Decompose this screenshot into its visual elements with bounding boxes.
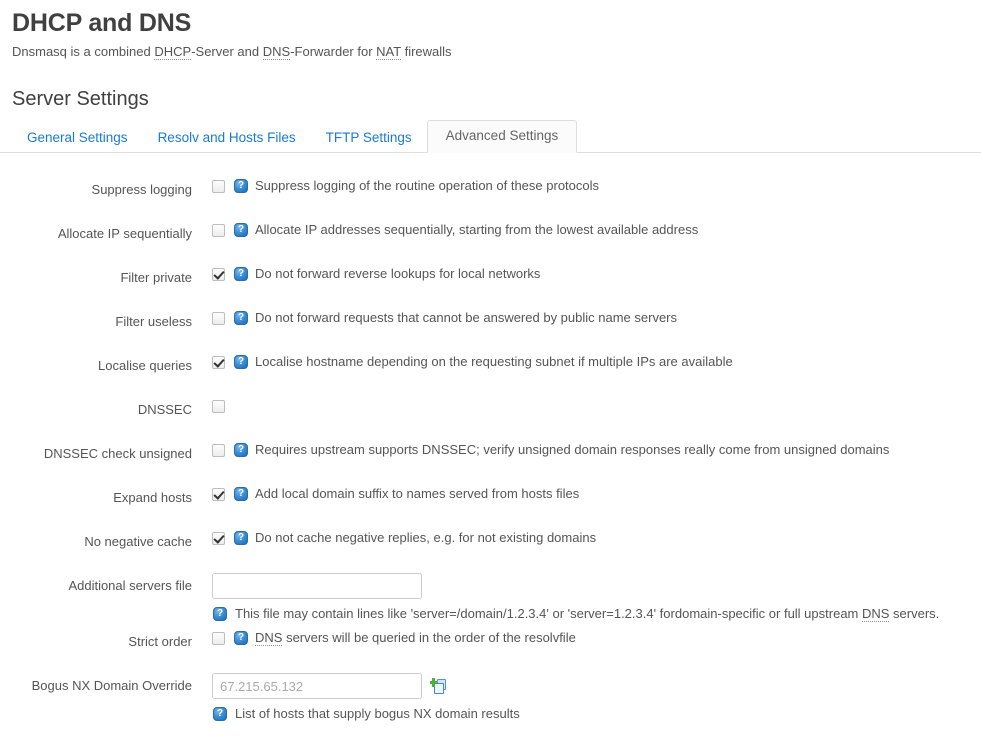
subtitle-text-1: Dnsmasq is a combined [12,44,155,59]
tab-general-settings[interactable]: General Settings [12,123,143,153]
label-filter-useless: Filter useless [115,314,192,329]
help-icon[interactable] [234,267,248,281]
form-row-dnssec-check-unsigned: DNSSEC check unsigned Requires upstream … [0,441,981,485]
add-item-icon[interactable] [430,677,447,695]
description-dnssec-check-unsigned: Requires upstream supports DNSSEC; verif… [255,442,890,457]
desc-text-pre: This file may contain lines like 'server… [235,606,862,621]
bogus-nx-input-group [212,673,981,699]
help-line-additional-servers-file: This file may contain lines like 'server… [213,605,981,623]
form-row-suppress-logging: Suppress logging Suppress logging of the… [0,177,981,221]
help-icon[interactable] [234,179,248,193]
form-row-expand-hosts: Expand hosts Add local domain suffix to … [0,485,981,529]
page-title: DHCP and DNS [12,9,192,37]
form-row-additional-servers-file: Additional servers file This file may co… [0,573,981,629]
advanced-settings-form: Suppress logging Suppress logging of the… [0,153,981,723]
help-icon[interactable] [234,487,248,501]
description-no-negative-cache: Do not cache negative replies, e.g. for … [255,530,597,545]
checkbox-no-negative-cache[interactable] [212,532,225,545]
abbr-nat: NAT [376,44,401,60]
label-dnssec-check-unsigned: DNSSEC check unsigned [43,446,192,461]
description-filter-useless: Do not forward requests that cannot be a… [255,310,678,325]
label-suppress-logging: Suppress logging [91,182,192,197]
label-no-negative-cache: No negative cache [84,534,192,549]
tab-tftp-settings[interactable]: TFTP Settings [311,123,427,153]
description-bogus-nx-domain-override: List of hosts that supply bogus NX domai… [235,706,520,721]
label-dnssec: DNSSEC [137,402,192,417]
section-title: Server Settings [12,88,149,110]
label-bogus-nx-domain-override: Bogus NX Domain Override [31,678,192,693]
description-filter-private: Do not forward reverse lookups for local… [255,266,541,281]
description-additional-servers-file: This file may contain lines like 'server… [235,605,939,623]
form-row-dnssec: DNSSEC [0,397,981,441]
checkbox-expand-hosts[interactable] [212,488,225,501]
checkbox-allocate-ip-sequentially[interactable] [212,224,225,237]
abbr-dhcp: DHCP [154,44,192,60]
checkbox-localise-queries[interactable] [212,356,225,369]
help-icon[interactable] [213,607,227,621]
page-subtitle: Dnsmasq is a combined DHCP-Server and DN… [0,38,981,60]
help-icon[interactable] [234,223,248,237]
help-icon[interactable] [234,355,248,369]
checkbox-strict-order[interactable] [212,632,225,645]
settings-tab-bar: General Settings Resolv and Hosts Files … [0,120,981,153]
form-row-allocate-ip-sequentially: Allocate IP sequentially Allocate IP add… [0,221,981,265]
label-additional-servers-file: Additional servers file [68,578,192,593]
help-icon[interactable] [234,443,248,457]
desc-text-post: servers will be queried in the order of … [282,630,576,645]
label-filter-private: Filter private [120,270,192,285]
checkbox-filter-private[interactable] [212,268,225,281]
description-strict-order: DNS servers will be queried in the order… [255,629,576,647]
checkbox-filter-useless[interactable] [212,312,225,325]
form-row-no-negative-cache: No negative cache Do not cache negative … [0,529,981,573]
abbr-dns: DNS [262,44,291,60]
form-row-strict-order: Strict order DNS servers will be queried… [0,629,981,673]
desc-text-post: servers. [889,606,940,621]
form-row-filter-private: Filter private Do not forward reverse lo… [0,265,981,309]
help-icon[interactable] [213,707,227,721]
description-localise-queries: Localise hostname depending on the reque… [255,354,733,369]
description-expand-hosts: Add local domain suffix to names served … [255,486,580,501]
label-strict-order: Strict order [128,634,192,649]
label-expand-hosts: Expand hosts [113,490,192,505]
checkbox-dnssec-check-unsigned[interactable] [212,444,225,457]
checkbox-suppress-logging[interactable] [212,180,225,193]
help-icon[interactable] [234,531,248,545]
add-icon-sheet-front [434,682,444,694]
form-row-bogus-nx-domain-override: Bogus NX Domain Override List of hosts t… [0,673,981,723]
additional-servers-file-input[interactable] [212,573,422,599]
form-row-localise-queries: Localise queries Localise hostname depen… [0,353,981,397]
label-allocate-ip-sequentially: Allocate IP sequentially [57,226,192,241]
help-icon[interactable] [234,311,248,325]
add-icon-plus-horizontal [430,680,437,684]
subtitle-text-4: firewalls [400,44,452,59]
help-line-bogus-nx: List of hosts that supply bogus NX domai… [213,705,981,723]
label-localise-queries: Localise queries [98,358,192,373]
abbr-dns: DNS [255,630,283,646]
dhcp-dns-settings-page: DHCP and DNS Dnsmasq is a combined DHCP-… [0,0,981,745]
form-row-filter-useless: Filter useless Do not forward requests t… [0,309,981,353]
tab-advanced-settings[interactable]: Advanced Settings [426,120,578,153]
description-allocate-ip-sequentially: Allocate IP addresses sequentially, star… [255,222,699,237]
subtitle-text-2: -Server and [191,44,263,59]
help-icon[interactable] [234,631,248,645]
description-suppress-logging: Suppress logging of the routine operatio… [255,178,600,193]
tab-resolv-and-hosts-files[interactable]: Resolv and Hosts Files [143,123,311,153]
bogus-nx-domain-override-input[interactable] [212,673,422,699]
abbr-dns: DNS [861,606,890,622]
subtitle-text-3: -Forwarder for [290,44,377,59]
checkbox-dnssec[interactable] [212,400,225,413]
